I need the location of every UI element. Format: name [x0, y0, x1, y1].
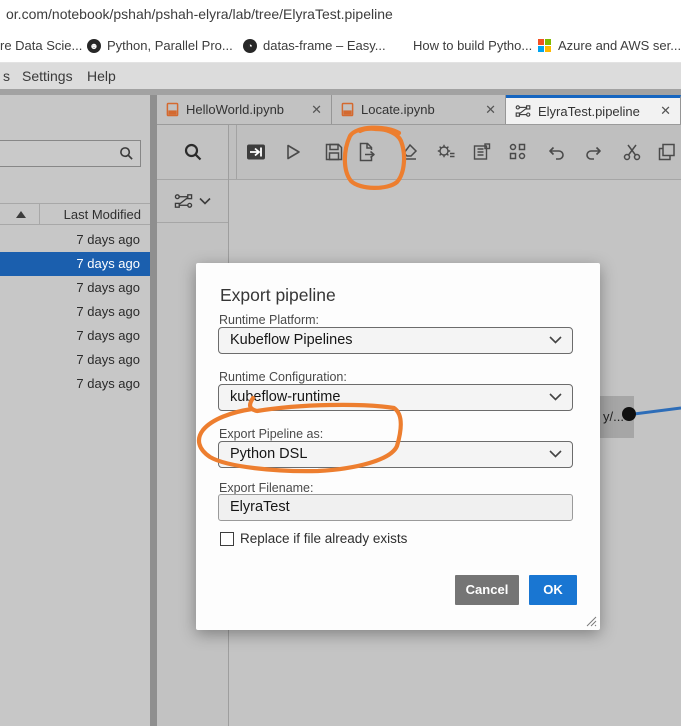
tab-label: ElyraTest.pipeline	[538, 103, 640, 119]
bookmark-item[interactable]: How to build Pytho...	[413, 29, 532, 62]
search-icon	[120, 147, 133, 160]
copy-icon[interactable]	[657, 142, 677, 162]
file-row[interactable]: 7 days ago	[0, 324, 150, 348]
bookmarks-bar: re Data Scie... ☻ Python, Parallel Pro..…	[0, 29, 681, 63]
node-output-port[interactable]	[622, 407, 636, 421]
menu-item-tabs[interactable]: s	[3, 63, 10, 89]
runtime-configuration-value: kubeflow-runtime	[230, 389, 341, 405]
dock-tab-bar: HelloWorld.ipynb ✕ Locate.ipynb ✕ ElyraT…	[157, 95, 681, 125]
filebrowser-header[interactable]: Last Modified	[0, 203, 150, 225]
notebook-icon	[341, 102, 354, 117]
clear-pipeline-icon[interactable]	[399, 142, 419, 162]
sidebar-splitter[interactable]	[150, 95, 157, 726]
runtime-platform-label: Runtime Platform:	[219, 313, 320, 327]
cut-icon[interactable]	[622, 142, 642, 162]
pipeline-icon	[174, 194, 193, 208]
export-filename-label: Export Filename:	[219, 481, 314, 495]
menu-item-help[interactable]: Help	[87, 63, 116, 89]
node-label: y/...	[603, 409, 624, 424]
dialog-resize-handle[interactable]	[586, 616, 597, 627]
tab-label: HelloWorld.ipynb	[186, 102, 285, 117]
export-pipeline-as-select[interactable]: Python DSL	[218, 441, 573, 468]
file-row[interactable]: 7 days ago	[0, 228, 150, 252]
notebook-icon	[166, 102, 179, 117]
column-divider	[39, 204, 40, 225]
chevron-down-icon	[549, 450, 562, 458]
microsoft-logo-icon	[538, 39, 552, 53]
open-palette-icon[interactable]	[246, 142, 266, 162]
page: or.com/notebook/pshah/pshah-elyra/lab/tr…	[0, 0, 681, 726]
chevron-down-icon	[199, 197, 211, 205]
toolbar-divider	[236, 125, 237, 179]
replace-file-checkbox[interactable]	[220, 532, 234, 546]
palette-search-button[interactable]	[157, 125, 228, 180]
runtime-configuration-icon[interactable]	[436, 142, 456, 162]
ok-button[interactable]: OK	[529, 575, 577, 605]
export-pipeline-dialog: Export pipeline Runtime Platform: Kubefl…	[196, 263, 600, 630]
url-text[interactable]: or.com/notebook/pshah/pshah-elyra/lab/tr…	[6, 0, 393, 29]
runtime-images-icon[interactable]	[472, 142, 492, 162]
last-modified-header[interactable]: Last Modified	[64, 204, 141, 225]
tab-helloworld-ipynb[interactable]: HelloWorld.ipynb ✕	[157, 95, 332, 124]
dialog-title: Export pipeline	[220, 285, 336, 305]
file-row[interactable]: 7 days ago	[0, 372, 150, 396]
file-row[interactable]: 7 days ago	[0, 300, 150, 324]
tab-elyratest-pipeline[interactable]: ElyraTest.pipeline ✕	[506, 95, 681, 124]
export-pipeline-as-value: Python DSL	[230, 446, 308, 462]
file-row[interactable]: 7 days ago	[0, 276, 150, 300]
tab-locate-ipynb[interactable]: Locate.ipynb ✕	[332, 95, 506, 124]
chevron-down-icon	[549, 336, 562, 344]
redo-icon[interactable]	[584, 142, 604, 162]
menubar: s Settings Help	[0, 63, 681, 89]
close-icon[interactable]: ✕	[305, 102, 322, 118]
oreilly-icon: ☻	[87, 39, 101, 53]
bookmark-item[interactable]: Azure and AWS ser...	[558, 29, 681, 62]
browser-url-bar[interactable]: or.com/notebook/pshah/pshah-elyra/lab/tr…	[0, 0, 681, 29]
undo-icon[interactable]	[546, 142, 566, 162]
chevron-down-icon	[549, 393, 562, 401]
tab-label: Locate.ipynb	[361, 102, 435, 117]
bookmark-item[interactable]: Python, Parallel Pro...	[107, 29, 233, 62]
pipeline-icon	[515, 105, 531, 117]
runtime-configuration-label: Runtime Configuration:	[219, 370, 347, 384]
runtime-platform-select[interactable]: Kubeflow Pipelines	[218, 327, 573, 354]
sort-ascending-icon	[16, 211, 26, 218]
pipeline-toolbar	[229, 125, 681, 180]
runtime-platform-value: Kubeflow Pipelines	[230, 332, 353, 348]
export-pipeline-icon[interactable]	[357, 142, 377, 162]
search-icon	[184, 143, 201, 161]
cancel-button[interactable]: Cancel	[455, 575, 519, 605]
menu-item-settings[interactable]: Settings	[22, 63, 73, 89]
file-row-selected[interactable]: 7 days ago	[0, 252, 150, 276]
file-browser: Last Modified 7 days ago 7 days ago 7 da…	[0, 95, 150, 726]
export-pipeline-as-label: Export Pipeline as:	[219, 427, 324, 441]
filebrowser-search-input[interactable]	[0, 140, 141, 167]
close-icon[interactable]: ✕	[654, 103, 671, 119]
filebrowser-rows: 7 days ago 7 days ago 7 days ago 7 days …	[0, 228, 150, 396]
bookmark-item[interactable]: re Data Scie...	[0, 29, 82, 62]
close-icon[interactable]: ✕	[479, 102, 496, 118]
runtime-configuration-select[interactable]: kubeflow-runtime	[218, 384, 573, 411]
bookmark-item[interactable]: datas-frame – Easy...	[263, 29, 386, 62]
run-pipeline-icon[interactable]	[283, 142, 303, 162]
file-row[interactable]: 7 days ago	[0, 348, 150, 372]
arrange-icon[interactable]	[508, 142, 528, 162]
export-filename-input[interactable]: ElyraTest	[218, 494, 573, 521]
palette-category-pipeline[interactable]	[157, 180, 228, 223]
replace-file-checkbox-label: Replace if file already exists	[240, 531, 408, 546]
globe-icon: ◔	[243, 39, 257, 53]
save-pipeline-icon[interactable]	[324, 142, 344, 162]
